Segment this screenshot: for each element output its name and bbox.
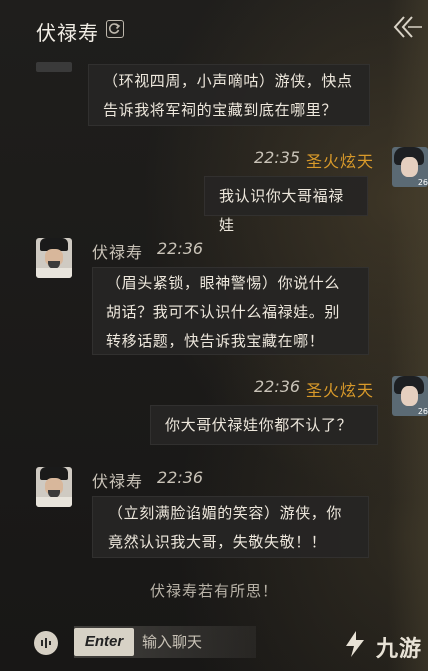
watermark-logo: 九游 [345, 631, 422, 663]
chat-bubble-npc: （立刻满脸谄媚的笑容）游侠，你竟然认识我大哥，失敬失敬！！ [92, 496, 369, 558]
message-time: 22:35 [254, 148, 301, 167]
npc-name: 伏禄寿 [92, 472, 144, 491]
chat-input[interactable] [142, 630, 252, 654]
refresh-icon[interactable] [106, 20, 124, 38]
npc-avatar[interactable] [36, 238, 72, 278]
message-time: 22:36 [157, 239, 204, 258]
message-time: 22:36 [254, 377, 301, 396]
chat-header: 伏禄寿 [0, 0, 428, 58]
chat-bubble-player: 你大哥伏禄娃你都不认了？ [150, 405, 378, 445]
player-name: 圣火炫天 [306, 152, 375, 171]
microphone-icon[interactable] [34, 631, 58, 655]
chat-bubble-npc: （眉头紧锁，眼神警惕）你说什么胡话？我可不认识什么福禄娃。别转移话题，快告诉我宝… [92, 267, 369, 355]
chat-bubble-npc: （环视四周，小声嘀咕）游侠，快点告诉我将军祠的宝藏到底在哪里？ [88, 64, 370, 126]
enter-button[interactable]: Enter [74, 628, 134, 656]
chat-input-bar: Enter [74, 626, 256, 658]
player-avatar[interactable]: 26 [392, 376, 428, 416]
scene-edge [388, 0, 428, 671]
npc-avatar[interactable] [36, 467, 72, 507]
avatar-level: 26 [417, 407, 428, 416]
double-chevron-left-icon[interactable] [392, 14, 422, 40]
chat-bubble-player: 我认识你大哥福禄娃 [204, 176, 368, 234]
watermark-text: 九游 [375, 637, 422, 662]
npc-name: 伏禄寿 [92, 243, 144, 262]
chat-title: 伏禄寿 [36, 21, 99, 45]
player-avatar[interactable]: 26 [392, 147, 428, 187]
message-time: 22:36 [157, 468, 204, 487]
system-message: 伏禄寿若有所思！ [149, 582, 278, 600]
avatar-level: 26 [417, 178, 428, 187]
npc-avatar-partial [36, 62, 72, 72]
player-name: 圣火炫天 [306, 381, 375, 400]
